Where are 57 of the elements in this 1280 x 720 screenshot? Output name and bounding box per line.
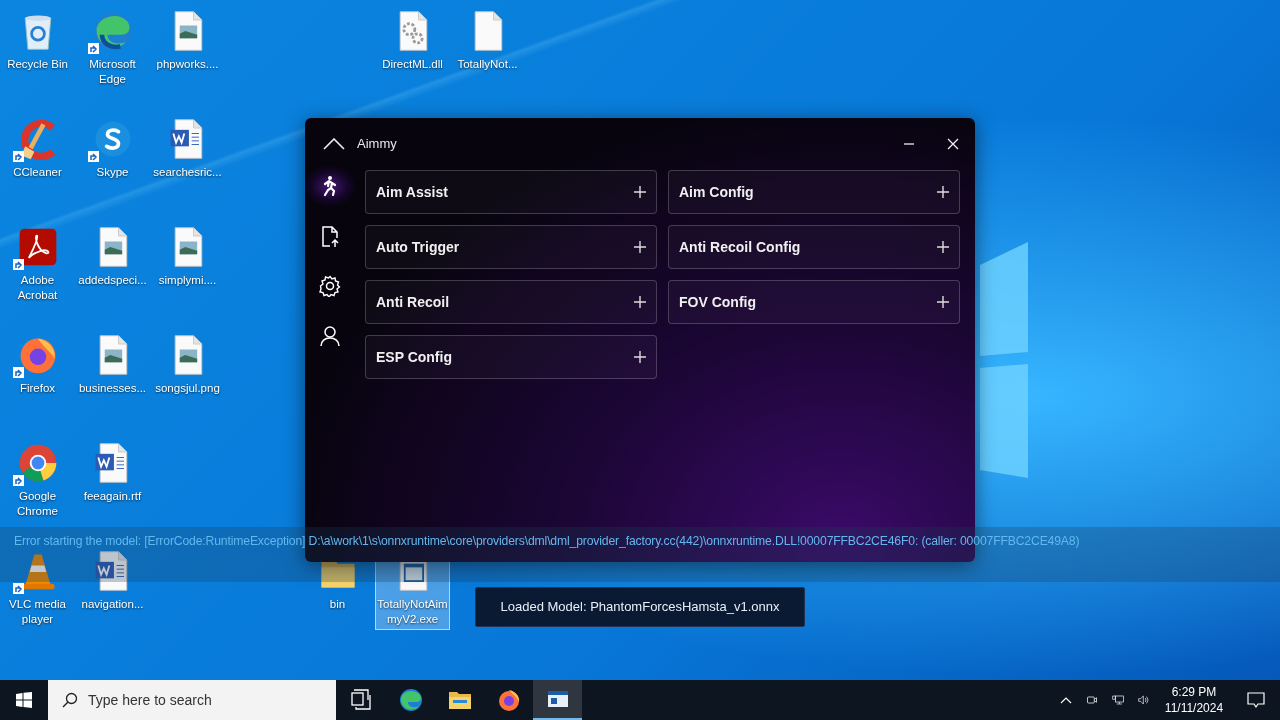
expand-icon [634, 241, 646, 253]
desktop-icon[interactable]: feeagain.rtf [75, 440, 150, 507]
expand-icon [937, 186, 949, 198]
section-panel[interactable]: Anti Recoil Config [668, 225, 960, 269]
desktop-icon[interactable]: phpworks.... [150, 8, 225, 75]
section-title: FOV Config [679, 292, 756, 312]
section-title: Auto Trigger [376, 237, 460, 257]
expand-icon [634, 351, 646, 363]
desktop-icon[interactable]: Firefox [0, 332, 75, 399]
search-icon [62, 692, 78, 708]
taskbar-button[interactable] [533, 680, 582, 720]
section-title: ESP Config [376, 347, 452, 367]
section-panel[interactable]: Aim Assist [365, 170, 657, 214]
desktop-icon[interactable]: DirectML.dll [375, 8, 450, 75]
desktop-icon[interactable]: Google Chrome [0, 440, 75, 522]
user-icon [319, 325, 341, 347]
browser-icon [496, 688, 521, 712]
desktop-icon[interactable]: simplymi.... [150, 224, 225, 291]
desktop-icon[interactable]: addedspeci... [75, 224, 150, 291]
desktop-icon[interactable]: businesses... [75, 332, 150, 399]
speech-bubble-icon [1247, 691, 1265, 709]
desktop-icon[interactable]: TotallyNot... [450, 8, 525, 75]
task-view-icon [349, 688, 373, 712]
expand-icon [937, 241, 949, 253]
chevron-up-icon [1060, 696, 1072, 704]
section-panel[interactable]: ESP Config [365, 335, 657, 379]
section-title: Anti Recoil [376, 292, 450, 312]
desktop-icon[interactable]: Adobe Acrobat [0, 224, 75, 306]
expand-icon [634, 296, 646, 308]
window-title: Aimmy [357, 135, 397, 154]
browser-icon [398, 688, 423, 712]
expand-icon [634, 186, 646, 198]
section-panel[interactable]: FOV Config [668, 280, 960, 324]
section-title: Aim Config [679, 182, 754, 202]
desktop-icon[interactable]: Recycle Bin [0, 8, 75, 75]
clock-date: 11/11/2024 [1163, 700, 1225, 716]
notification-toast: Loaded Model: PhantomForcesHamsta_v1.onnx [475, 587, 805, 627]
search-field[interactable]: Type here to search [48, 680, 336, 720]
section-title: Aim Assist [376, 182, 448, 202]
section-panel[interactable]: Anti Recoil [365, 280, 657, 324]
section-panel[interactable]: Aim Config [668, 170, 960, 214]
section-title: Anti Recoil Config [679, 237, 801, 257]
desktop-icon[interactable]: Skype [75, 116, 150, 183]
four-panes-icon [16, 692, 32, 708]
network-icon [1112, 692, 1124, 708]
expand-icon [937, 296, 949, 308]
file-upload-icon [319, 225, 341, 247]
section-panel[interactable]: Auto Trigger [365, 225, 657, 269]
desktop-icon[interactable]: songsjul.png [150, 332, 225, 399]
desktop-icon[interactable]: searchesric... [150, 116, 225, 183]
desktop-icon[interactable]: CCleaner [0, 116, 75, 183]
sidebar-tab[interactable] [305, 166, 355, 206]
desktop-icon[interactable]: Microsoft Edge [75, 8, 150, 90]
settings-icon [319, 275, 341, 297]
clock-time: 6:29 PM [1170, 684, 1218, 700]
close-icon [947, 138, 959, 150]
chevron-up-icon [323, 138, 345, 150]
